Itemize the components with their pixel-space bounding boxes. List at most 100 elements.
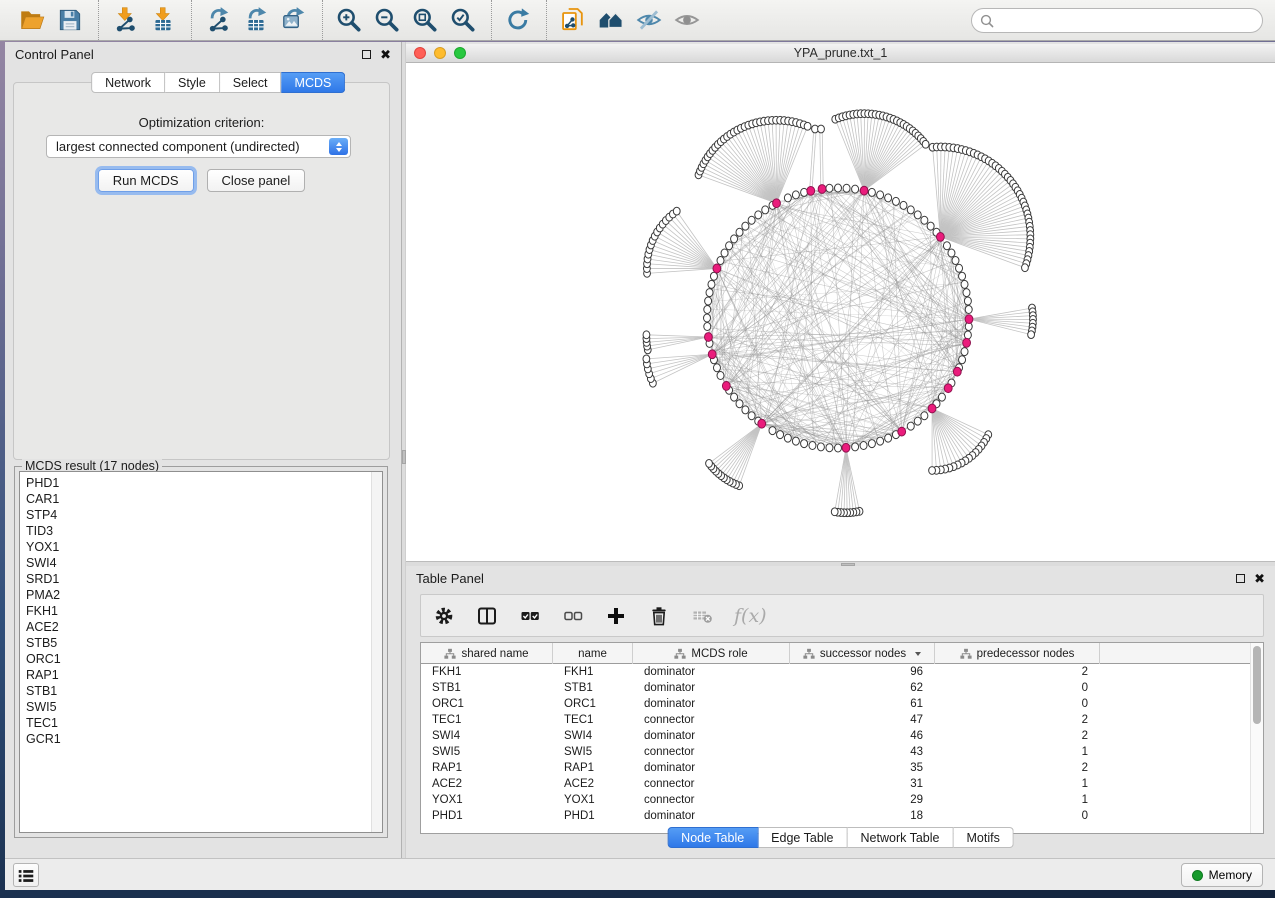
mcds-result-item[interactable]: SRD1 [26,571,382,587]
network-node[interactable] [860,442,867,450]
mcds-result-item[interactable]: PMA2 [26,587,382,603]
network-node[interactable] [704,305,711,313]
split-panel-button[interactable] [474,603,500,629]
mcds-hub-node[interactable] [758,419,766,428]
network-node[interactable] [885,194,892,202]
mcds-list-scrollbar[interactable] [371,472,382,832]
network-node[interactable] [817,443,824,451]
network-node[interactable] [892,197,899,205]
mcds-hub-node[interactable] [928,404,936,413]
tab-node-table[interactable]: Node Table [667,827,758,848]
function-builder-button[interactable]: f(x) [732,603,769,629]
mcds-result-item[interactable]: TEC1 [26,715,382,731]
leaf-node[interactable] [922,140,929,148]
mcds-hub-node[interactable] [705,333,713,342]
tab-mcds[interactable]: MCDS [282,72,346,93]
table-row[interactable]: ORC1ORC1dominator610 [421,696,1250,712]
network-node[interactable] [943,242,950,250]
optimization-select[interactable]: largest connected component (undirected) [46,135,351,158]
mcds-result-item[interactable]: SWI4 [26,555,382,571]
tab-network-table[interactable]: Network Table [848,827,954,848]
network-node[interactable] [736,400,743,408]
column-settings-button[interactable] [431,603,457,629]
float-table-panel-icon[interactable] [1236,574,1245,583]
network-node[interactable] [710,272,717,280]
network-node[interactable] [704,314,711,322]
network-node[interactable] [907,422,914,430]
tab-select[interactable]: Select [220,72,282,93]
mcds-result-item[interactable]: PHD1 [26,475,382,491]
column-header-shared-name[interactable]: shared name [421,643,553,664]
mcds-result-item[interactable]: RAP1 [26,667,382,683]
home-button[interactable] [594,3,630,37]
network-node[interactable] [742,406,749,414]
mcds-result-item[interactable]: YOX1 [26,539,382,555]
export-image-button[interactable] [277,3,313,37]
network-node[interactable] [736,228,743,236]
delete-column-button[interactable] [646,603,672,629]
network-node[interactable] [868,188,875,196]
mcds-result-item[interactable]: ORC1 [26,651,382,667]
tab-edge-table[interactable]: Edge Table [758,827,847,848]
mcds-hub-node[interactable] [860,186,868,195]
mcds-hub-node[interactable] [773,199,781,208]
zoom-out-button[interactable] [370,3,406,37]
task-history-button[interactable] [13,863,39,887]
tab-style[interactable]: Style [165,72,220,93]
column-header-successor-nodes[interactable]: successor nodes [790,643,935,664]
network-node[interactable] [843,184,850,192]
leaf-node[interactable] [706,460,713,468]
memory-button[interactable]: Memory [1181,863,1263,887]
network-node[interactable] [826,184,833,192]
mcds-result-item[interactable]: FKH1 [26,603,382,619]
leaf-node[interactable] [1028,331,1035,339]
network-node[interactable] [705,297,712,305]
column-header-predecessor-nodes[interactable]: predecessor nodes [935,643,1100,664]
table-row[interactable]: TEC1TEC1connector472 [421,712,1250,728]
network-node[interactable] [964,297,971,305]
mcds-result-item[interactable]: CAR1 [26,491,382,507]
delete-table-button[interactable] [689,603,715,629]
tab-motifs[interactable]: Motifs [953,827,1013,848]
network-node[interactable] [731,393,738,401]
mcds-result-item[interactable]: GCR1 [26,731,382,747]
network-node[interactable] [769,427,776,435]
network-node[interactable] [948,249,955,257]
leaf-node[interactable] [673,207,680,215]
table-row[interactable]: YOX1YOX1connector291 [421,792,1250,808]
leaf-node[interactable] [643,355,650,363]
network-node[interactable] [721,249,728,257]
network-node[interactable] [748,216,755,224]
leaf-node[interactable] [1022,264,1029,272]
network-node[interactable] [835,444,842,452]
hide-panel-eye-button[interactable] [632,3,668,37]
refresh-network-button[interactable] [501,3,537,37]
network-node[interactable] [708,280,715,288]
network-node[interactable] [784,434,791,442]
network-node[interactable] [717,371,724,379]
close-table-panel-icon[interactable]: ✖ [1254,574,1265,583]
table-row[interactable]: RAP1RAP1dominator352 [421,760,1250,776]
network-node[interactable] [777,431,784,439]
network-node[interactable] [877,437,884,445]
leaf-node[interactable] [929,467,936,475]
column-header-name[interactable]: name [553,643,633,664]
network-node[interactable] [742,222,749,230]
mcds-result-item[interactable]: ACE2 [26,619,382,635]
network-node[interactable] [907,206,914,214]
zoom-in-button[interactable] [332,3,368,37]
table-row[interactable]: SWI4SWI4dominator462 [421,728,1250,744]
network-node[interactable] [952,257,959,265]
mcds-result-list[interactable]: PHD1CAR1STP4TID3YOX1SWI4SRD1PMA2FKH1ACE2… [19,471,383,833]
show-panel-eye-button[interactable] [670,3,706,37]
open-session-button[interactable] [15,3,51,37]
mcds-hub-node[interactable] [807,186,815,195]
network-node[interactable] [963,289,970,297]
network-view[interactable] [406,63,1275,560]
network-node[interactable] [921,216,928,224]
network-node[interactable] [852,443,859,451]
network-node[interactable] [959,356,966,364]
network-node[interactable] [927,222,934,230]
network-node[interactable] [877,191,884,199]
network-node[interactable] [914,417,921,425]
